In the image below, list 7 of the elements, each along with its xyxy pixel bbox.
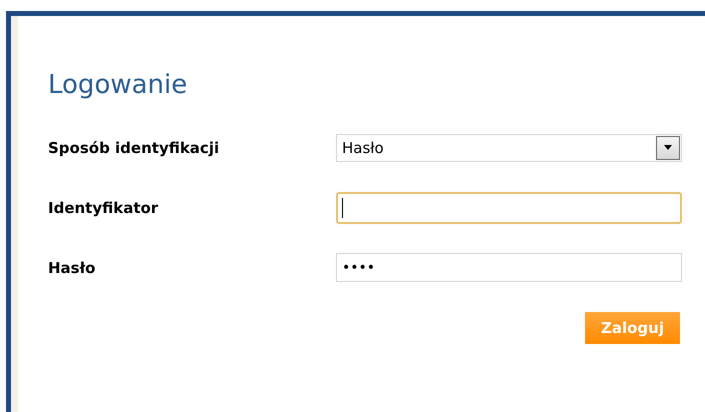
input-field[interactable] (336, 192, 682, 224)
field-label: Identyfikator (48, 198, 160, 216)
field-label: Sposób identyfikacji (48, 138, 220, 156)
page-title: Logowanie (48, 70, 188, 102)
field-label: Hasło (48, 258, 96, 276)
password-field[interactable]: •••• (336, 253, 682, 282)
dropdown[interactable]: Hasło (336, 134, 682, 162)
